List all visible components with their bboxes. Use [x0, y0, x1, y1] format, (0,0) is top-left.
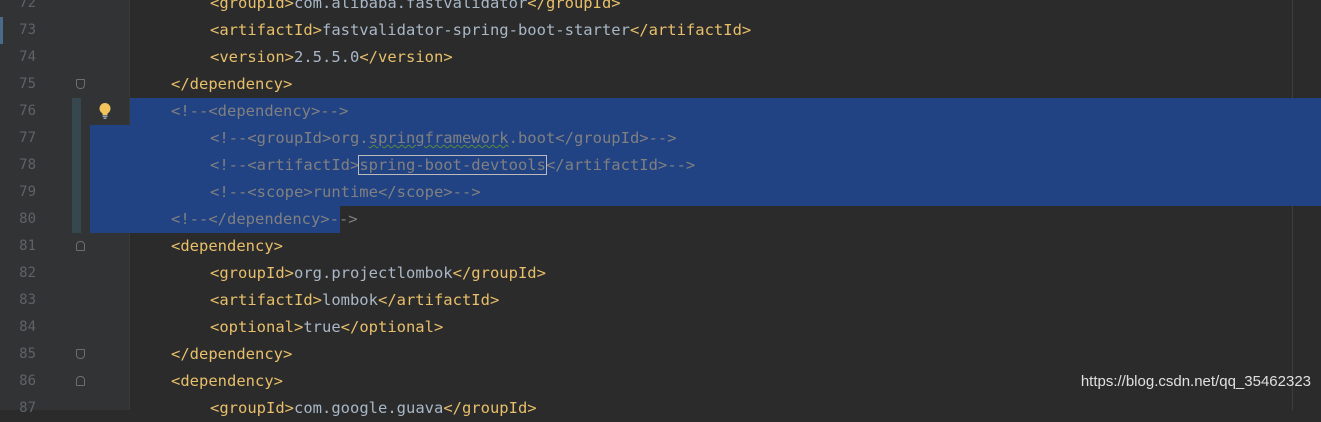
line-number[interactable]: 81	[0, 233, 36, 260]
xml-tag: <optional>	[210, 318, 304, 336]
code-line[interactable]: 75 </dependency>	[0, 71, 1321, 98]
line-number[interactable]: 76	[0, 98, 36, 125]
spellcheck-word: springframework	[368, 129, 509, 147]
line-number[interactable]: 79	[0, 179, 36, 206]
fold-icon[interactable]	[76, 349, 85, 359]
comment-text: <!--<scope>runtime</scope>-->	[210, 183, 481, 201]
code-text[interactable]: <dependency>	[171, 368, 283, 395]
code-text[interactable]: </dependency>	[171, 341, 292, 368]
code-text[interactable]: <dependency>	[171, 233, 283, 260]
comment-text: .boot</groupId>-->	[508, 129, 677, 147]
xml-tag: <dependency>	[171, 372, 283, 390]
line-number[interactable]: 84	[0, 314, 36, 341]
line-number[interactable]: 83	[0, 287, 36, 314]
xml-tag: <groupId>	[210, 0, 294, 12]
xml-tag: <artifactId>	[210, 21, 322, 39]
line-number[interactable]: 82	[0, 260, 36, 287]
code-comment[interactable]: <!--<artifactId>spring-boot-devtools</ar…	[210, 152, 695, 179]
lightbulb-icon[interactable]	[98, 102, 112, 120]
code-comment[interactable]: <!--</dependency>-->	[171, 206, 358, 233]
code-line[interactable]: 72 <groupId>com.alibaba.fastvalidator</gr…	[0, 0, 1321, 17]
comment-text: </artifactId>-->	[545, 156, 696, 174]
code-text[interactable]: <groupId>com.google.guava</groupId>	[210, 395, 537, 422]
line-number[interactable]: 77	[0, 125, 36, 152]
code-line[interactable]: 82 <groupId>org.projectlombok</groupId>	[0, 260, 1321, 287]
line-number[interactable]: 86	[0, 368, 36, 395]
text-value: com.google.guava	[294, 399, 444, 417]
xml-tag: </dependency>	[171, 345, 293, 363]
xml-tag: </groupId>	[527, 0, 621, 12]
text-value: fastvalidator-spring-boot-starter	[321, 21, 630, 39]
code-line[interactable]: 79 <!--<scope>runtime</scope>-->	[0, 179, 1321, 206]
xml-tag: </artifactId>	[629, 21, 752, 39]
code-line[interactable]: 84 <optional>true</optional>	[0, 314, 1321, 341]
code-text[interactable]: <groupId>org.projectlombok</groupId>	[210, 260, 546, 287]
xml-tag: </artifactId>	[377, 291, 500, 309]
line-number[interactable]: 80	[0, 206, 36, 233]
fold-icon[interactable]	[76, 79, 85, 89]
code-editor[interactable]: 72 <groupId>com.alibaba.fastvalidator</gr…	[0, 0, 1321, 417]
code-line[interactable]: 85 </dependency>	[0, 341, 1321, 368]
code-text[interactable]: <version>2.5.5.0</version>	[210, 44, 453, 71]
comment-text: <!--<groupId>org.	[210, 129, 369, 147]
code-comment[interactable]: <!--<dependency>-->	[171, 98, 348, 125]
highlighted-occurrence: spring-boot-devtools	[358, 155, 547, 175]
line-number[interactable]: 75	[0, 71, 36, 98]
code-line[interactable]: 81 <dependency>	[0, 233, 1321, 260]
comment-text: <!--<dependency>-->	[171, 102, 349, 120]
code-line[interactable]: 73 <artifactId>fastvalidator-spring-boot-…	[0, 17, 1321, 44]
xml-tag: <dependency>	[171, 237, 283, 255]
xml-tag: </dependency>	[171, 75, 293, 93]
fold-icon[interactable]	[76, 241, 85, 251]
watermark-text: https://blog.csdn.net/qq_35462323	[1080, 373, 1311, 390]
text-value: org.projectlombok	[294, 264, 453, 282]
code-text[interactable]: <artifactId>fastvalidator-spring-boot-st…	[210, 17, 751, 44]
xml-tag: <groupId>	[210, 264, 294, 282]
xml-tag: </groupId>	[452, 264, 546, 282]
code-text[interactable]: <optional>true</optional>	[210, 314, 443, 341]
code-line[interactable]: 87 <groupId>com.google.guava</groupId>	[0, 395, 1321, 422]
code-line[interactable]: 76 <!--<dependency>-->	[0, 98, 1321, 125]
xml-tag: </groupId>	[443, 399, 537, 417]
code-comment[interactable]: <!--<groupId>org.springframework.boot</g…	[210, 125, 677, 152]
code-text[interactable]: <groupId>com.alibaba.fastvalidator</grou…	[210, 0, 621, 17]
code-line[interactable]: 80 <!--</dependency>-->	[0, 206, 1321, 233]
code-comment[interactable]: <!--<scope>runtime</scope>-->	[210, 179, 481, 206]
xml-tag: <version>	[210, 48, 294, 66]
code-text[interactable]: </dependency>	[171, 71, 292, 98]
line-number[interactable]: 74	[0, 44, 36, 71]
line-number[interactable]: 78	[0, 152, 36, 179]
line-number[interactable]: 85	[0, 341, 36, 368]
comment-text: <!--<artifactId>	[210, 156, 360, 174]
xml-tag: </optional>	[340, 318, 444, 336]
code-text[interactable]: <artifactId>lombok</artifactId>	[210, 287, 499, 314]
code-line[interactable]: 83 <artifactId>lombok</artifactId>	[0, 287, 1321, 314]
text-value: com.alibaba.fastvalidator	[294, 0, 528, 12]
text-value: true	[303, 318, 341, 336]
xml-tag: </version>	[359, 48, 453, 66]
fold-icon[interactable]	[76, 376, 85, 386]
line-number[interactable]: 72	[0, 0, 36, 17]
xml-tag: <artifactId>	[210, 291, 322, 309]
line-number[interactable]: 87	[0, 395, 36, 422]
code-line[interactable]: 74 <version>2.5.5.0</version>	[0, 44, 1321, 71]
text-value: 2.5.5.0	[294, 48, 360, 66]
code-line[interactable]: 78 <!--<artifactId>spring-boot-devtools</…	[0, 152, 1321, 179]
xml-tag: <groupId>	[210, 399, 294, 417]
code-line[interactable]: 77 <!--<groupId>org.springframework.boot<…	[0, 125, 1321, 152]
comment-text: <!--</dependency>-->	[171, 210, 358, 228]
text-value: lombok	[321, 291, 378, 309]
line-number[interactable]: 73	[0, 17, 36, 44]
